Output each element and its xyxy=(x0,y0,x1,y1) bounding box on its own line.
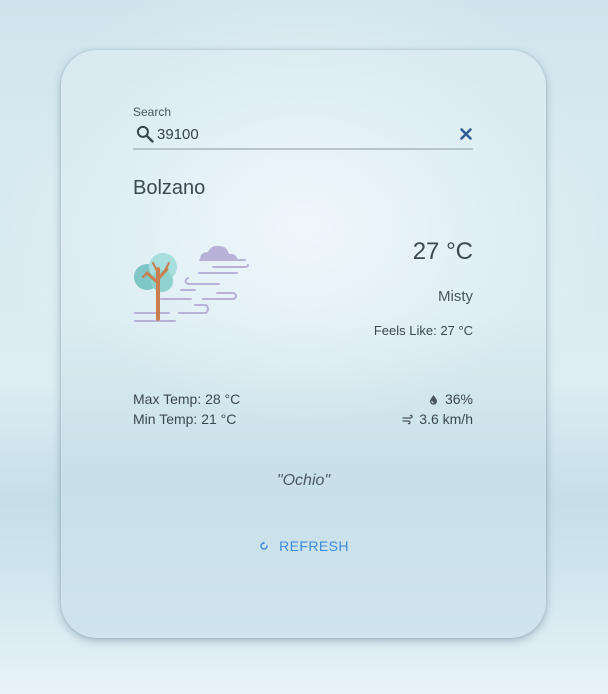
refresh-icon xyxy=(260,541,268,550)
weather-card: Search Bolzano xyxy=(61,50,546,638)
city-name: Bolzano xyxy=(133,177,206,199)
weather-description: Misty xyxy=(438,288,473,305)
temp-range: Max Temp: 28 °C Min Temp: 21 °C xyxy=(133,389,240,429)
min-temp: Min Temp: 21 °C xyxy=(133,411,237,427)
humidity-icon xyxy=(429,394,437,405)
refresh-button[interactable]: REFRESH xyxy=(251,534,357,558)
mist-icon xyxy=(134,245,249,322)
wind-value: 3.6 km/h xyxy=(419,411,473,427)
search-field[interactable] xyxy=(133,122,473,150)
weather-stats: 36% 3.6 km/h xyxy=(402,389,473,429)
refresh-label: REFRESH xyxy=(279,538,349,554)
quote: "Ochio" xyxy=(276,472,331,489)
search-icon xyxy=(136,125,154,143)
temperature: 27 °C xyxy=(412,238,473,265)
search-label: Search xyxy=(133,105,172,119)
wind-icon xyxy=(402,414,413,424)
humidity-row: 36% xyxy=(402,389,473,409)
max-temp: Max Temp: 28 °C xyxy=(133,391,241,407)
feels-like: Feels Like: 27 °C xyxy=(373,323,473,338)
search-input[interactable] xyxy=(157,123,437,145)
humidity-value: 36% xyxy=(444,391,473,407)
wind-row: 3.6 km/h xyxy=(402,409,473,429)
close-icon[interactable] xyxy=(459,127,473,141)
